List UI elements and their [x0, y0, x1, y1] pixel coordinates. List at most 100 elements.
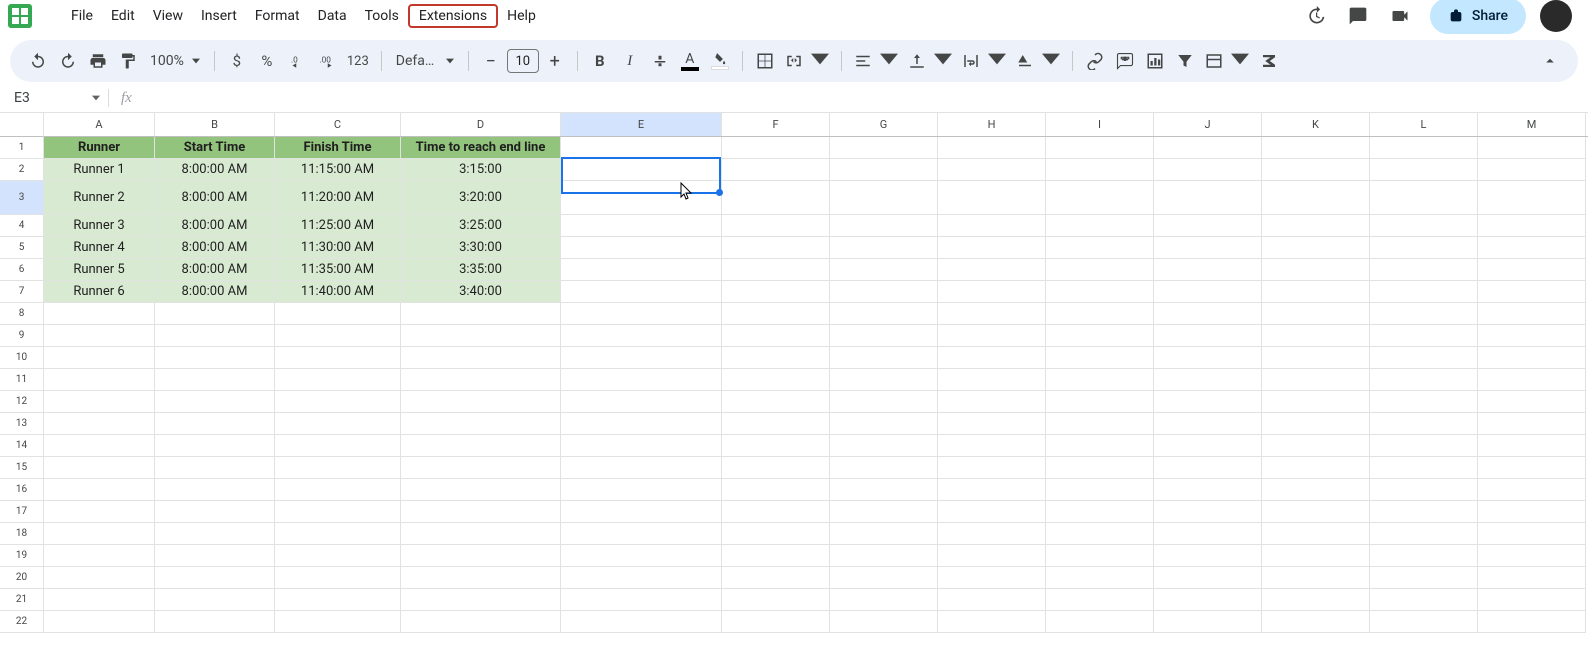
cell-K18[interactable] — [1262, 523, 1370, 545]
cell-K20[interactable] — [1262, 567, 1370, 589]
col-header-M[interactable]: M — [1478, 113, 1586, 136]
cell-D8[interactable] — [401, 303, 561, 325]
cell-B15[interactable] — [155, 457, 275, 479]
cell-F16[interactable] — [722, 479, 830, 501]
cell-D20[interactable] — [401, 567, 561, 589]
cell-B2[interactable]: 8:00:00 AM — [155, 159, 275, 181]
cell-G6[interactable] — [830, 259, 938, 281]
zoom-dropdown[interactable]: 100% — [144, 53, 206, 69]
cell-L8[interactable] — [1370, 303, 1478, 325]
cell-K10[interactable] — [1262, 347, 1370, 369]
cell-A6[interactable]: Runner 5 — [44, 259, 155, 281]
cell-A14[interactable] — [44, 435, 155, 457]
cell-I6[interactable] — [1046, 259, 1154, 281]
menu-edit[interactable]: Edit — [102, 4, 144, 28]
increase-decimal-button[interactable]: .00 — [313, 47, 341, 75]
avatar[interactable] — [1540, 0, 1572, 32]
cell-D21[interactable] — [401, 589, 561, 611]
currency-button[interactable]: $ — [223, 47, 251, 75]
cell-A16[interactable] — [44, 479, 155, 501]
cell-G19[interactable] — [830, 545, 938, 567]
link-button[interactable] — [1081, 47, 1109, 75]
row-header-22[interactable]: 22 — [0, 611, 44, 633]
cell-C21[interactable] — [275, 589, 401, 611]
cell-B21[interactable] — [155, 589, 275, 611]
cell-K6[interactable] — [1262, 259, 1370, 281]
cell-M3[interactable] — [1478, 181, 1586, 215]
cell-I12[interactable] — [1046, 391, 1154, 413]
cell-I9[interactable] — [1046, 325, 1154, 347]
row-header-15[interactable]: 15 — [0, 457, 44, 479]
cell-I1[interactable] — [1046, 137, 1154, 159]
cell-I4[interactable] — [1046, 215, 1154, 237]
cell-K9[interactable] — [1262, 325, 1370, 347]
row-header-11[interactable]: 11 — [0, 369, 44, 391]
cell-C11[interactable] — [275, 369, 401, 391]
cell-I10[interactable] — [1046, 347, 1154, 369]
collapse-toolbar-button[interactable] — [1536, 47, 1564, 75]
bold-button[interactable]: B — [586, 47, 614, 75]
cell-L5[interactable] — [1370, 237, 1478, 259]
cell-K3[interactable] — [1262, 181, 1370, 215]
cell-A1[interactable]: Runner — [44, 137, 155, 159]
cell-C3[interactable]: 11:20:00 AM — [275, 181, 401, 215]
cell-L9[interactable] — [1370, 325, 1478, 347]
cell-H3[interactable] — [938, 181, 1046, 215]
cell-A12[interactable] — [44, 391, 155, 413]
cell-J21[interactable] — [1154, 589, 1262, 611]
cell-A15[interactable] — [44, 457, 155, 479]
cell-F10[interactable] — [722, 347, 830, 369]
cell-K5[interactable] — [1262, 237, 1370, 259]
cell-E18[interactable] — [561, 523, 722, 545]
cell-H13[interactable] — [938, 413, 1046, 435]
cell-D15[interactable] — [401, 457, 561, 479]
cell-J2[interactable] — [1154, 159, 1262, 181]
cell-C14[interactable] — [275, 435, 401, 457]
cell-E7[interactable] — [561, 281, 722, 303]
cell-F5[interactable] — [722, 237, 830, 259]
cell-D7[interactable]: 3:40:00 — [401, 281, 561, 303]
merge-button[interactable] — [781, 47, 833, 75]
cell-H18[interactable] — [938, 523, 1046, 545]
cell-C4[interactable]: 11:25:00 AM — [275, 215, 401, 237]
row-header-8[interactable]: 8 — [0, 303, 44, 325]
cell-I17[interactable] — [1046, 501, 1154, 523]
cell-A11[interactable] — [44, 369, 155, 391]
cell-C13[interactable] — [275, 413, 401, 435]
cell-C5[interactable]: 11:30:00 AM — [275, 237, 401, 259]
cell-I2[interactable] — [1046, 159, 1154, 181]
cell-D13[interactable] — [401, 413, 561, 435]
row-header-2[interactable]: 2 — [0, 159, 44, 181]
cell-A8[interactable] — [44, 303, 155, 325]
cell-H15[interactable] — [938, 457, 1046, 479]
cell-F2[interactable] — [722, 159, 830, 181]
cell-H8[interactable] — [938, 303, 1046, 325]
menu-insert[interactable]: Insert — [192, 4, 246, 28]
cell-M2[interactable] — [1478, 159, 1586, 181]
cell-A17[interactable] — [44, 501, 155, 523]
cell-C8[interactable] — [275, 303, 401, 325]
cell-B7[interactable]: 8:00:00 AM — [155, 281, 275, 303]
menu-file[interactable]: File — [62, 4, 102, 28]
row-header-20[interactable]: 20 — [0, 567, 44, 589]
cell-K16[interactable] — [1262, 479, 1370, 501]
share-button[interactable]: Share — [1430, 0, 1526, 34]
cell-J3[interactable] — [1154, 181, 1262, 215]
cell-E3[interactable] — [561, 181, 722, 215]
row-header-3[interactable]: 3 — [0, 181, 44, 215]
cell-D19[interactable] — [401, 545, 561, 567]
cell-C10[interactable] — [275, 347, 401, 369]
cell-I16[interactable] — [1046, 479, 1154, 501]
cell-K2[interactable] — [1262, 159, 1370, 181]
cell-B8[interactable] — [155, 303, 275, 325]
row-header-19[interactable]: 19 — [0, 545, 44, 567]
cell-J14[interactable] — [1154, 435, 1262, 457]
cell-G5[interactable] — [830, 237, 938, 259]
cell-E10[interactable] — [561, 347, 722, 369]
cell-L15[interactable] — [1370, 457, 1478, 479]
cell-M9[interactable] — [1478, 325, 1586, 347]
col-header-E[interactable]: E — [561, 113, 722, 136]
cell-F22[interactable] — [722, 611, 830, 633]
cell-F6[interactable] — [722, 259, 830, 281]
cell-F19[interactable] — [722, 545, 830, 567]
